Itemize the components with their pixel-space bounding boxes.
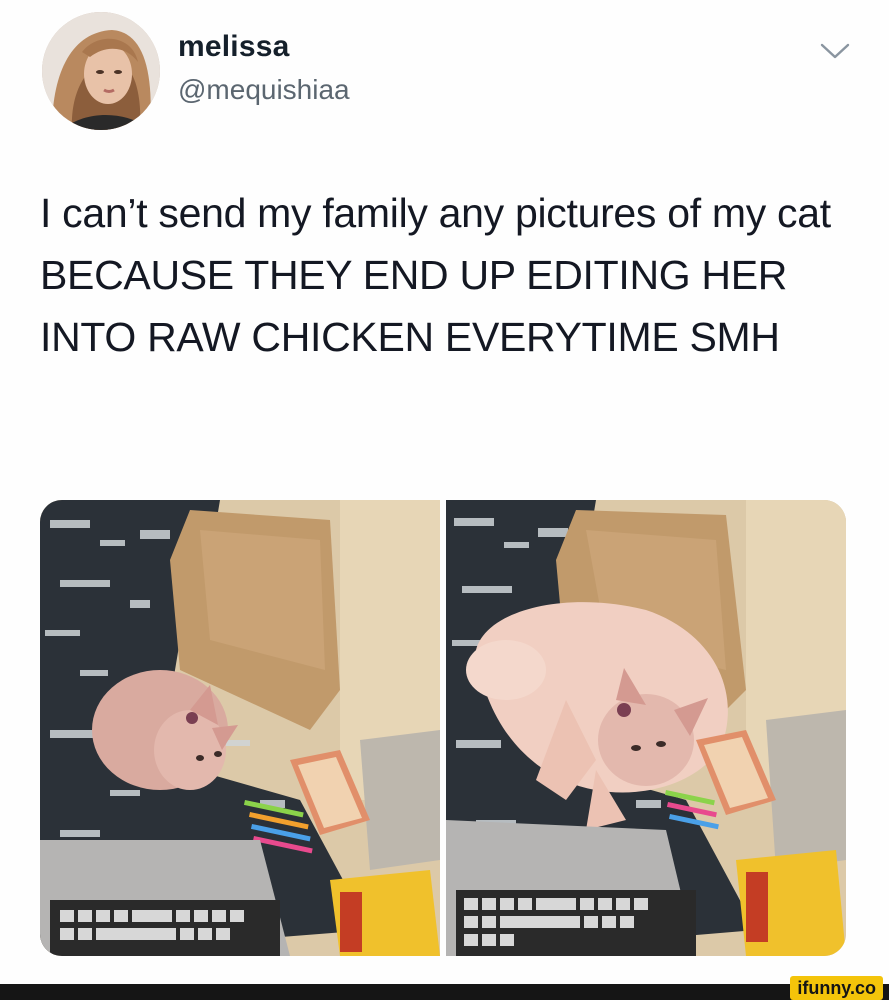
tweet-text: I can’t send my family any pictures of m… [40, 190, 831, 360]
tweet-photo-cat[interactable] [40, 500, 440, 956]
tweet-card: melissa @mequishiaa I can’t send my fami… [0, 0, 889, 1000]
tweet-photo-chicken-cat[interactable] [446, 500, 846, 956]
footer-bar: ifunny.co [0, 976, 889, 1000]
user-handle[interactable]: @mequishiaa [178, 74, 350, 106]
media-grid [40, 500, 846, 956]
ifunny-watermark: ifunny.co [790, 976, 883, 1000]
display-name[interactable]: melissa [178, 30, 289, 64]
avatar[interactable] [42, 12, 160, 130]
chevron-down-icon[interactable] [818, 38, 852, 64]
